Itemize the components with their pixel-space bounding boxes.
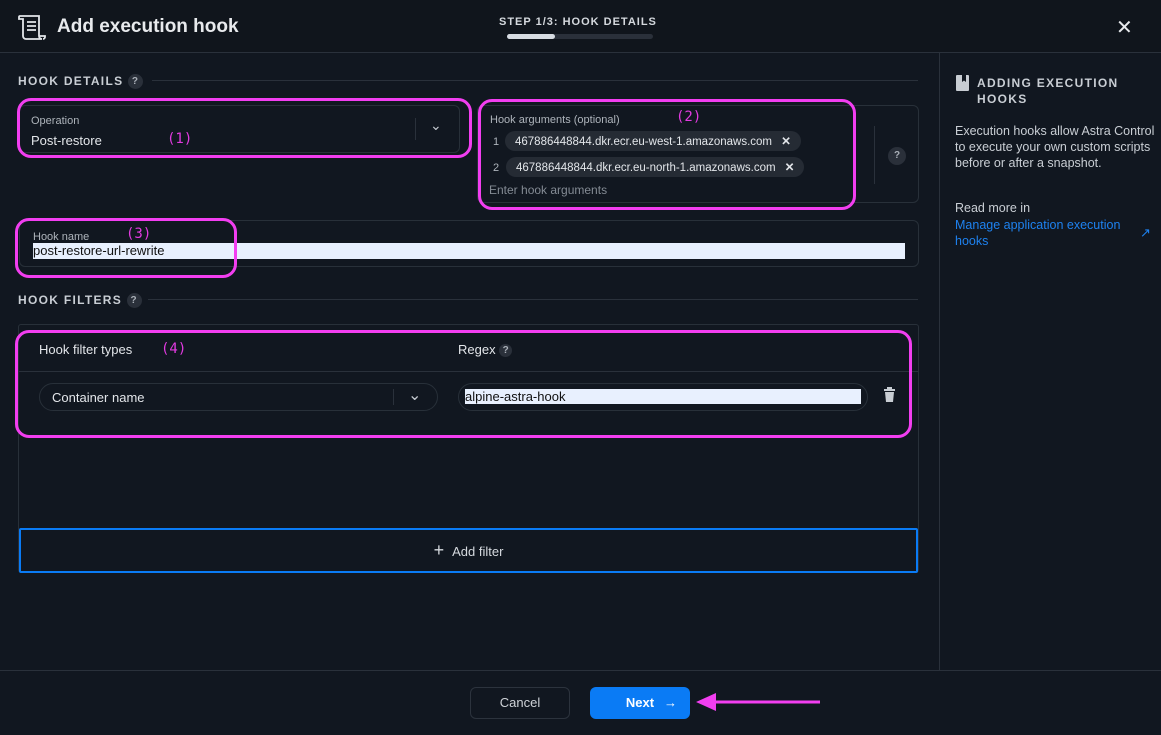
help-icon[interactable]: ? [126, 293, 142, 309]
annotation-label: (3) [126, 226, 152, 242]
hook-name-label: Hook name [33, 231, 90, 243]
hook-arguments-label: Hook arguments (optional) [490, 114, 620, 126]
trash-icon[interactable] [883, 387, 896, 402]
remove-icon[interactable]: ✕ [785, 162, 795, 174]
plus-icon: + [433, 540, 445, 560]
chevron-down-icon[interactable]: ⌄ [408, 385, 421, 405]
divider [148, 299, 918, 300]
hook-name-input[interactable]: post-restore-url-rewrite [33, 243, 905, 259]
external-link-icon[interactable]: ↗ [1140, 225, 1151, 241]
add-filter-button[interactable]: + Add filter [19, 528, 918, 573]
help-panel: ADDING EXECUTION HOOKS Execution hooks al… [939, 53, 1161, 670]
divider [393, 389, 394, 405]
step-indicator: STEP 1/3: HOOK DETAILS [499, 16, 657, 28]
title-line: HOOKS [977, 92, 1028, 106]
regex-label: Regex [458, 342, 496, 357]
operation-value: Post-restore [31, 133, 102, 148]
arrow-right-icon: → [664, 695, 677, 710]
argument-value: 467886448844.dkr.ecr.eu-west-1.amazonaws… [515, 136, 772, 148]
help-icon[interactable]: ? [499, 344, 513, 358]
step-progress [507, 34, 653, 39]
add-filter-label: Add filter [452, 544, 504, 559]
hook-filters-heading: HOOK FILTERS ? [18, 293, 142, 309]
operation-label: Operation [31, 115, 80, 127]
dialog-title: Add execution hook [57, 16, 239, 37]
next-button[interactable]: Next → [590, 687, 690, 719]
filter-type-value: Container name [52, 390, 145, 405]
book-icon [956, 75, 969, 91]
annotation-label: (4) [161, 341, 187, 357]
hook-arguments-input[interactable]: Enter hook arguments [489, 183, 607, 197]
divider [415, 118, 416, 140]
divider [152, 80, 918, 81]
section-title: HOOK DETAILS [18, 74, 124, 88]
remove-icon[interactable]: ✕ [781, 136, 791, 148]
footer-divider [0, 670, 1161, 671]
filter-type-select[interactable]: Container name ⌄ [39, 383, 438, 411]
chevron-down-icon[interactable]: ⌄ [430, 117, 442, 134]
hook-name-field[interactable]: Hook name post-restore-url-rewrite [19, 220, 919, 267]
column-header-type: Hook filter types [39, 342, 133, 357]
filters-table: Hook filter types Regex ? Container name… [18, 324, 919, 573]
annotation-arrow-icon [696, 693, 820, 711]
column-header-regex: Regex ? [458, 342, 513, 358]
argument-value: 467886448844.dkr.ecr.eu-north-1.amazonaw… [516, 162, 776, 174]
divider [19, 371, 918, 372]
operation-select[interactable]: Operation Post-restore ⌄ [19, 105, 460, 153]
annotation-label: (1) [167, 131, 193, 147]
help-panel-title: ADDING EXECUTION HOOKS [977, 75, 1118, 107]
step-progress-fill [507, 34, 556, 39]
scroll-icon [18, 15, 46, 40]
regex-input[interactable]: alpine-astra-hook [458, 383, 868, 411]
annotation-label: (2) [676, 109, 702, 125]
close-icon[interactable]: ✕ [1116, 15, 1133, 40]
argument-index: 1 [493, 136, 500, 148]
divider [874, 126, 875, 184]
help-icon[interactable]: ? [128, 74, 144, 90]
help-icon[interactable]: ? [888, 147, 906, 165]
regex-value: alpine-astra-hook [465, 389, 861, 404]
help-panel-body: Execution hooks allow Astra Control to e… [955, 124, 1155, 170]
read-more-text: Read more in [955, 201, 1031, 215]
cancel-button[interactable]: Cancel [470, 687, 570, 719]
section-title: HOOK FILTERS [18, 293, 123, 307]
next-label: Next [625, 695, 655, 710]
argument-chip: 467886448844.dkr.ecr.eu-west-1.amazonaws… [505, 131, 801, 151]
argument-index: 2 [493, 162, 500, 174]
hook-details-heading: HOOK DETAILS ? [18, 74, 144, 90]
docs-link[interactable]: Manage application execution hooks [955, 217, 1145, 249]
argument-chip: 467886448844.dkr.ecr.eu-north-1.amazonaw… [506, 157, 805, 177]
title-line: ADDING EXECUTION [977, 76, 1119, 90]
